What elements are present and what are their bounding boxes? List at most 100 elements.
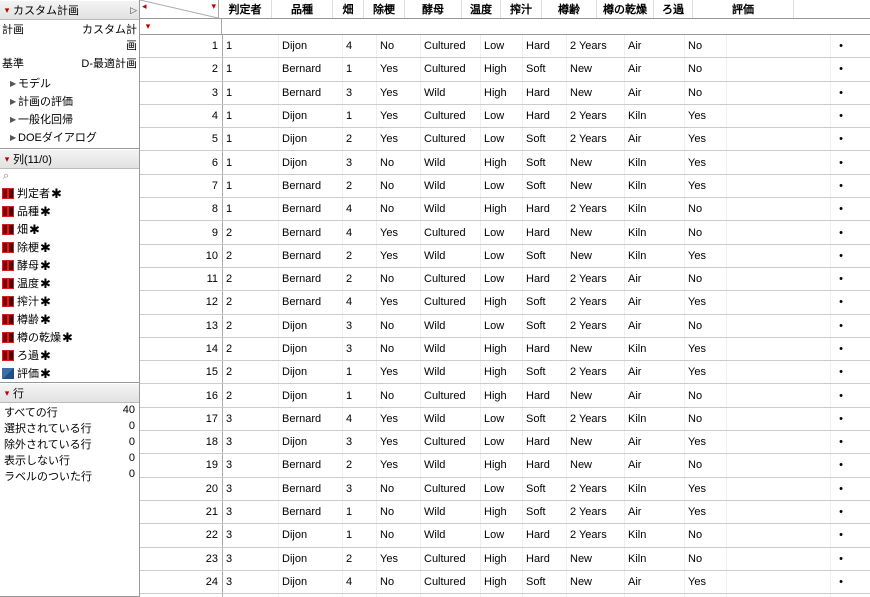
cell[interactable]: 3 — [223, 478, 279, 500]
cell[interactable]: Low — [481, 175, 523, 197]
cell[interactable]: Bernard — [279, 82, 343, 104]
cell[interactable]: Wild — [421, 361, 481, 383]
cell[interactable]: 2 — [223, 361, 279, 383]
column-search[interactable]: ⌕ — [0, 169, 139, 184]
cell[interactable]: Yes — [377, 245, 421, 267]
cell[interactable]: Air — [625, 82, 685, 104]
cell[interactable]: Yes — [377, 454, 421, 476]
cell[interactable]: No — [377, 268, 421, 290]
cell[interactable]: Hard — [523, 384, 567, 406]
cell[interactable]: Soft — [523, 58, 567, 80]
cell[interactable]: Bernard — [279, 291, 343, 313]
cell[interactable]: New — [567, 175, 625, 197]
cell[interactable]: Bernard — [279, 198, 343, 220]
row-number[interactable]: 24 — [140, 571, 223, 593]
tree-item[interactable]: ▶一般化回帰 — [0, 110, 139, 128]
cell[interactable]: No — [377, 501, 421, 523]
cell[interactable]: Hard — [523, 105, 567, 127]
cell[interactable]: Bernard — [279, 408, 343, 430]
cell[interactable]: 2 Years — [567, 105, 625, 127]
cell[interactable] — [727, 315, 831, 337]
cell[interactable]: 2 — [343, 128, 377, 150]
cell[interactable]: Yes — [685, 431, 727, 453]
cell[interactable]: Low — [481, 478, 523, 500]
cell[interactable]: 4 — [343, 198, 377, 220]
cell[interactable]: Bernard — [279, 478, 343, 500]
cell[interactable]: No — [685, 198, 727, 220]
cell[interactable]: Cultured — [421, 384, 481, 406]
column-item[interactable]: 畑✱ — [0, 220, 139, 238]
cell[interactable]: No — [377, 384, 421, 406]
cell[interactable]: New — [567, 454, 625, 476]
cell[interactable]: Air — [625, 454, 685, 476]
cell[interactable] — [727, 291, 831, 313]
cell[interactable]: High — [481, 548, 523, 570]
cell[interactable]: Low — [481, 408, 523, 430]
cell[interactable] — [727, 478, 831, 500]
cell[interactable]: Hard — [523, 431, 567, 453]
cell[interactable]: Wild — [421, 175, 481, 197]
cell[interactable]: 2 — [223, 338, 279, 360]
column-header[interactable]: 除梗 — [364, 0, 405, 18]
cell[interactable]: No — [685, 58, 727, 80]
cell[interactable]: Low — [481, 268, 523, 290]
cell[interactable]: No — [685, 35, 727, 57]
cell[interactable]: No — [685, 221, 727, 243]
cell[interactable]: 3 — [343, 338, 377, 360]
cell[interactable]: Dijon — [279, 338, 343, 360]
cell[interactable]: Kiln — [625, 221, 685, 243]
cell[interactable]: 3 — [343, 82, 377, 104]
column-item[interactable]: 搾汁✱ — [0, 292, 139, 310]
cell[interactable]: 1 — [223, 151, 279, 173]
cell[interactable]: Dijon — [279, 151, 343, 173]
cell[interactable]: 3 — [343, 478, 377, 500]
cell[interactable]: 3 — [343, 431, 377, 453]
row-number[interactable]: 18 — [140, 431, 223, 453]
cell[interactable]: 4 — [343, 35, 377, 57]
cell[interactable]: 4 — [343, 221, 377, 243]
column-header[interactable]: 温度 — [462, 0, 501, 18]
panel-rows-header[interactable]: ▾ 行 — [0, 383, 139, 403]
cell[interactable]: 1 — [343, 384, 377, 406]
cell[interactable]: Soft — [523, 315, 567, 337]
cell[interactable]: No — [685, 408, 727, 430]
panel-plan-header[interactable]: ▾ カスタム計画 ▷ — [0, 0, 139, 20]
column-item[interactable]: 温度✱ — [0, 274, 139, 292]
cell[interactable]: Dijon — [279, 361, 343, 383]
cell[interactable]: 4 — [343, 408, 377, 430]
cell[interactable]: Cultured — [421, 548, 481, 570]
rows-stat[interactable]: 表示しない行0 — [2, 452, 137, 468]
cell[interactable]: No — [685, 524, 727, 546]
column-header[interactable]: 搾汁 — [501, 0, 542, 18]
cell[interactable]: Low — [481, 524, 523, 546]
cell[interactable]: Bernard — [279, 454, 343, 476]
cell[interactable]: Air — [625, 571, 685, 593]
rows-stat[interactable]: すべての行40 — [2, 404, 137, 420]
cell[interactable]: 3 — [223, 548, 279, 570]
column-item[interactable]: 酵母✱ — [0, 256, 139, 274]
cell[interactable] — [727, 431, 831, 453]
cell[interactable]: 1 — [223, 198, 279, 220]
row-number[interactable]: 7 — [140, 175, 223, 197]
cell[interactable]: 2 — [223, 245, 279, 267]
cell[interactable]: Kiln — [625, 175, 685, 197]
cell[interactable]: Soft — [523, 291, 567, 313]
row-number[interactable]: 14 — [140, 338, 223, 360]
cell[interactable]: New — [567, 431, 625, 453]
cell[interactable]: Cultured — [421, 431, 481, 453]
cell[interactable]: Cultured — [421, 58, 481, 80]
cell[interactable]: 1 — [343, 361, 377, 383]
cell[interactable]: 2 Years — [567, 315, 625, 337]
column-header[interactable]: 判定者 — [219, 0, 272, 18]
cell[interactable]: No — [685, 548, 727, 570]
cell[interactable]: New — [567, 571, 625, 593]
cell[interactable]: No — [377, 571, 421, 593]
column-header[interactable]: ろ過 — [654, 0, 693, 18]
cell[interactable]: Low — [481, 221, 523, 243]
cell[interactable]: High — [481, 151, 523, 173]
cell[interactable]: New — [567, 151, 625, 173]
column-header[interactable]: 品種 — [272, 0, 333, 18]
cell[interactable]: Hard — [523, 338, 567, 360]
cell[interactable]: 1 — [223, 58, 279, 80]
cell[interactable]: New — [567, 221, 625, 243]
